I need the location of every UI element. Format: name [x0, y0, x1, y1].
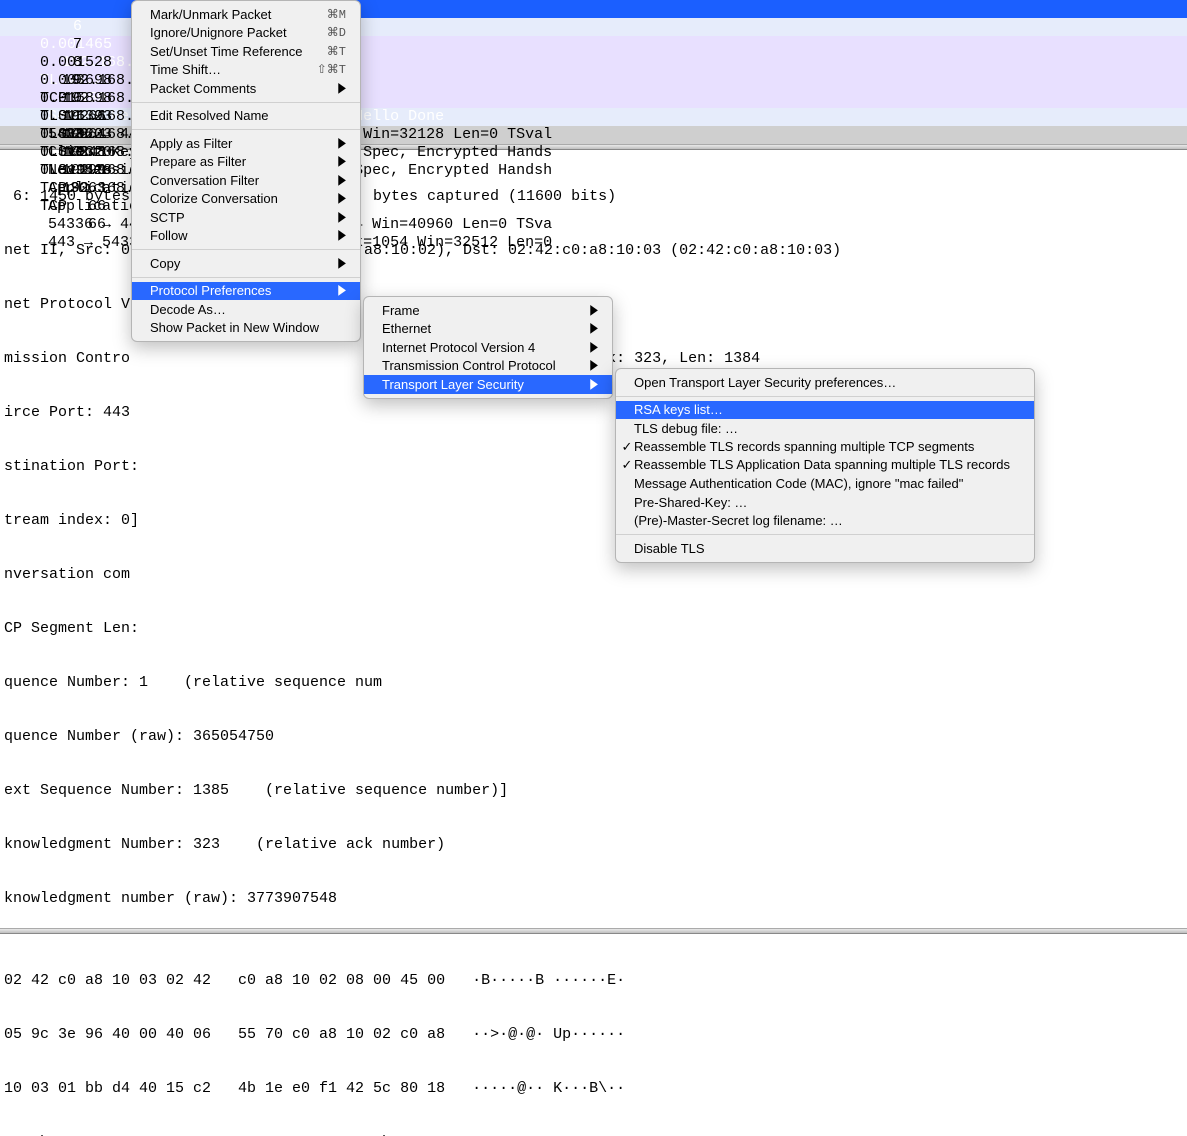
detail-line: quence Number (raw): 365054750 — [4, 728, 1183, 746]
menu-colorize-conversation[interactable]: Colorize Conversation▶ — [132, 190, 360, 209]
submenu-arrow-icon: ▶ — [338, 256, 346, 271]
submenu-tls-debug-file[interactable]: TLS debug file: … — [616, 419, 1034, 438]
submenu-reassemble-tls-appdata[interactable]: ✓Reassemble TLS Application Data spannin… — [616, 456, 1034, 475]
submenu-arrow-icon: ▶ — [338, 173, 346, 188]
menu-separator — [132, 277, 360, 278]
menu-sctp[interactable]: SCTP▶ — [132, 208, 360, 227]
menu-separator — [132, 129, 360, 130]
menu-prepare-as-filter[interactable]: Prepare as Filter▶ — [132, 153, 360, 172]
menu-decode-as[interactable]: Decode As… — [132, 300, 360, 319]
col-no: 8 — [40, 54, 82, 72]
submenu-frame[interactable]: Frame▶ — [364, 301, 612, 320]
protocol-preferences-submenu[interactable]: Frame▶ Ethernet▶ Internet Protocol Versi… — [363, 296, 613, 399]
menu-ignore-packet[interactable]: Ignore/Unignore Packet⌘D — [132, 24, 360, 43]
submenu-reassemble-tls-records[interactable]: ✓Reassemble TLS records spanning multipl… — [616, 438, 1034, 457]
col-len: 66 — [40, 216, 106, 234]
col-no: 9 — [40, 72, 82, 90]
check-icon: ✓ — [620, 457, 634, 473]
hex-line: 10 03 01 bb d4 40 15 c2 4b 1e e0 f1 42 5… — [4, 1080, 1183, 1098]
submenu-rsa-keys-list[interactable]: RSA keys list… — [616, 401, 1034, 420]
submenu-arrow-icon: ▶ — [590, 377, 598, 392]
submenu-arrow-icon: ▶ — [338, 81, 346, 96]
menu-separator — [132, 102, 360, 103]
submenu-ipv4[interactable]: Internet Protocol Version 4▶ — [364, 338, 612, 357]
col-no: 11 — [40, 108, 82, 126]
submenu-arrow-icon: ▶ — [338, 228, 346, 243]
submenu-psk[interactable]: Pre-Shared-Key: … — [616, 493, 1034, 512]
menu-edit-resolved-name[interactable]: Edit Resolved Name — [132, 107, 360, 126]
col-no: 7 — [40, 36, 82, 54]
submenu-tcp[interactable]: Transmission Control Protocol▶ — [364, 357, 612, 376]
detail-line: knowledgment number (raw): 3773907548 — [4, 890, 1183, 908]
detail-line: nversation com — [4, 566, 1183, 584]
menu-follow[interactable]: Follow▶ — [132, 227, 360, 246]
submenu-open-tls-prefs[interactable]: Open Transport Layer Security preference… — [616, 373, 1034, 392]
col-no: 6 — [40, 18, 82, 36]
detail-line: ext Sequence Number: 1385 (relative sequ… — [4, 782, 1183, 800]
menu-apply-as-filter[interactable]: Apply as Filter▶ — [132, 134, 360, 153]
submenu-arrow-icon: ▶ — [590, 321, 598, 336]
submenu-mac-ignore[interactable]: Message Authentication Code (MAC), ignor… — [616, 475, 1034, 494]
menu-mark-packet[interactable]: Mark/Unmark Packet⌘M — [132, 5, 360, 24]
submenu-arrow-icon: ▶ — [338, 136, 346, 151]
shortcut-label: ⇧⌘T — [317, 62, 346, 77]
shortcut-label: ⌘T — [327, 44, 346, 59]
submenu-ethernet[interactable]: Ethernet▶ — [364, 320, 612, 339]
menu-time-shift[interactable]: Time Shift…⇧⌘T — [132, 61, 360, 80]
menu-separator — [132, 249, 360, 250]
detail-line: knowledgment Number: 323 (relative ack n… — [4, 836, 1183, 854]
shortcut-label: ⌘M — [327, 7, 346, 22]
submenu-master-secret-log[interactable]: (Pre)-Master-Secret log filename: … — [616, 512, 1034, 531]
menu-packet-comments[interactable]: Packet Comments▶ — [132, 79, 360, 98]
submenu-arrow-icon: ▶ — [338, 283, 346, 298]
submenu-arrow-icon: ▶ — [590, 303, 598, 318]
hex-line: 02 42 c0 a8 10 03 02 42 c0 a8 10 02 08 0… — [4, 972, 1183, 990]
submenu-arrow-icon: ▶ — [590, 340, 598, 355]
menu-copy[interactable]: Copy▶ — [132, 254, 360, 273]
menu-conversation-filter[interactable]: Conversation Filter▶ — [132, 171, 360, 190]
hex-pane[interactable]: 02 42 c0 a8 10 03 02 42 c0 a8 10 02 08 0… — [0, 934, 1187, 1136]
menu-time-reference[interactable]: Set/Unset Time Reference⌘T — [132, 42, 360, 61]
col-time: 0.019418 — [40, 162, 125, 180]
hex-line: 00 eb a6 e4 00 00 01 01 08 0a 00 45 75 8… — [4, 1134, 1183, 1136]
submenu-disable-tls[interactable]: Disable TLS — [616, 539, 1034, 558]
submenu-arrow-icon: ▶ — [338, 191, 346, 206]
tls-preferences-submenu[interactable]: Open Transport Layer Security preference… — [615, 368, 1035, 563]
context-menu[interactable]: Mark/Unmark Packet⌘M Ignore/Unignore Pac… — [131, 0, 361, 342]
submenu-arrow-icon: ▶ — [338, 210, 346, 225]
detail-line: quence Number: 1 (relative sequence num — [4, 674, 1183, 692]
check-icon: ✓ — [620, 439, 634, 455]
menu-separator — [616, 396, 1034, 397]
col-no: 13 — [40, 144, 82, 162]
submenu-arrow-icon: ▶ — [338, 154, 346, 169]
hex-line: 05 9c 3e 96 40 00 40 06 55 70 c0 a8 10 0… — [4, 1026, 1183, 1044]
col-no: 12 — [40, 126, 82, 144]
col-no: 10 — [40, 90, 82, 108]
menu-protocol-preferences[interactable]: Protocol Preferences▶ — [132, 282, 360, 301]
menu-separator — [616, 534, 1034, 535]
submenu-arrow-icon: ▶ — [590, 358, 598, 373]
submenu-tls[interactable]: Transport Layer Security▶ — [364, 375, 612, 394]
menu-show-packet-new-window[interactable]: Show Packet in New Window — [132, 319, 360, 338]
shortcut-label: ⌘D — [327, 25, 346, 40]
detail-line: CP Segment Len: — [4, 620, 1183, 638]
